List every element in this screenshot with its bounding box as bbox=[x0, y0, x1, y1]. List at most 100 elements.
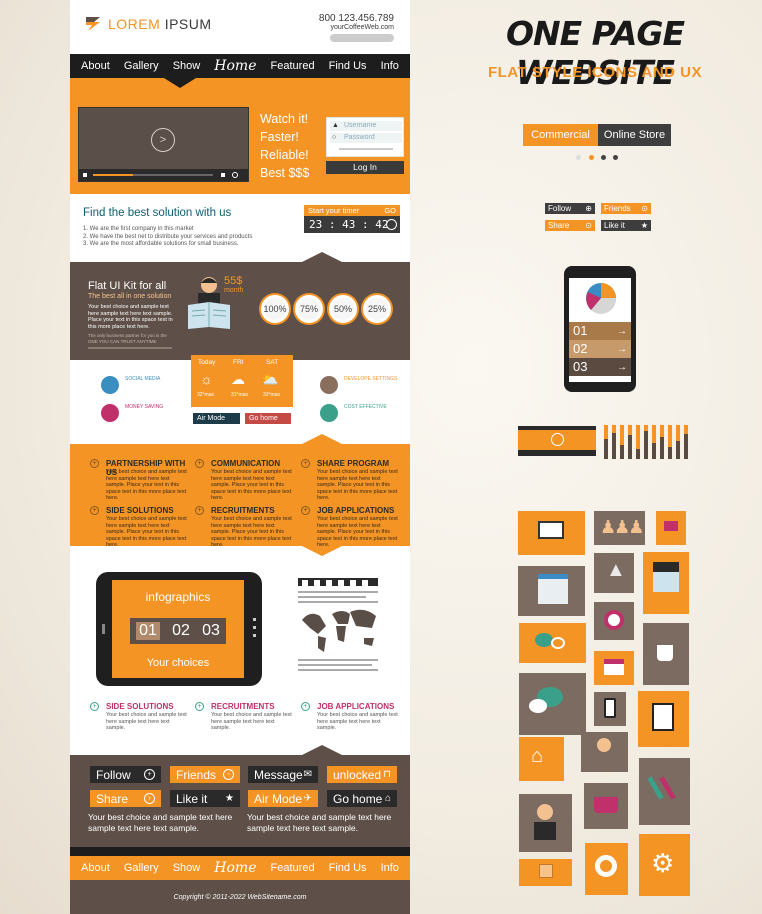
video-player[interactable]: > bbox=[78, 107, 249, 182]
tablet-dot bbox=[253, 634, 256, 637]
footer-nav-gallery[interactable]: Gallery bbox=[124, 862, 159, 874]
tile-coffee[interactable] bbox=[643, 623, 689, 685]
go-home-chip[interactable]: Go home bbox=[245, 413, 291, 424]
footer-nav-info[interactable]: Info bbox=[381, 862, 399, 874]
air-mode-chip[interactable]: Air Mode bbox=[193, 413, 240, 424]
plus-icon[interactable]: + bbox=[301, 459, 310, 468]
percent-circle: 100% bbox=[261, 295, 289, 323]
tile-card[interactable] bbox=[656, 511, 686, 545]
mini-like-button[interactable]: Like it ★ bbox=[601, 220, 651, 231]
tile-people[interactable]: ♟♟♟ bbox=[594, 511, 645, 545]
tile-bank[interactable]: ⌂ bbox=[519, 737, 564, 781]
fullscreen-icon[interactable] bbox=[232, 172, 238, 178]
pager-dot[interactable] bbox=[613, 155, 618, 160]
nav-gallery[interactable]: Gallery bbox=[124, 60, 159, 72]
footer-nav-about[interactable]: About bbox=[81, 862, 110, 874]
coffee-cup-icon bbox=[657, 645, 673, 661]
tile-browser[interactable] bbox=[518, 566, 585, 616]
timer-header[interactable]: Start your timer GO bbox=[304, 205, 400, 216]
tile-lifebuoy[interactable] bbox=[585, 843, 628, 895]
message-button[interactable]: Message ✉ bbox=[248, 766, 318, 783]
tile-manager[interactable] bbox=[519, 794, 572, 852]
nav-about[interactable]: About bbox=[81, 60, 110, 72]
toggle-online-store[interactable]: Online Store bbox=[598, 124, 671, 146]
play-icon[interactable] bbox=[551, 433, 564, 446]
mini-video-player[interactable] bbox=[518, 426, 596, 456]
timer-go[interactable]: GO bbox=[384, 205, 396, 216]
video-progress-fill bbox=[93, 174, 133, 176]
nav-info[interactable]: Info bbox=[381, 60, 399, 72]
arrow-right-icon: → bbox=[617, 326, 627, 337]
plus-icon[interactable]: + bbox=[90, 459, 99, 468]
tile-settings[interactable]: ⚙ bbox=[639, 834, 690, 896]
play-icon[interactable]: > bbox=[151, 128, 175, 152]
percent-circle: 75% bbox=[295, 295, 323, 323]
tile-rocket[interactable]: ▲ bbox=[594, 553, 634, 593]
plus-icon: ⊕ bbox=[585, 204, 592, 213]
username-field[interactable]: Username bbox=[330, 121, 402, 131]
air-mode-button[interactable]: Air Mode ✈ bbox=[248, 790, 318, 807]
tile-businessman[interactable] bbox=[581, 732, 628, 772]
mini-friends-button[interactable]: Friends ⊙ bbox=[601, 203, 651, 214]
share-button[interactable]: Share › bbox=[90, 790, 161, 807]
pager-dot-active[interactable] bbox=[589, 155, 594, 160]
stop-icon[interactable] bbox=[221, 173, 225, 177]
equalizer-bars bbox=[604, 425, 688, 459]
password-field[interactable]: Password bbox=[330, 133, 402, 143]
toggle-commercial[interactable]: Commercial bbox=[523, 124, 598, 146]
tagline: Watch it! bbox=[260, 112, 309, 126]
friends-label: Friends bbox=[176, 767, 217, 782]
tile-chat-users[interactable] bbox=[519, 623, 586, 663]
cost-effective-label: COST EFFECTIVE bbox=[344, 404, 387, 410]
top-nav: About Gallery Show Home Featured Find Us… bbox=[70, 54, 410, 78]
plus-icon[interactable]: + bbox=[195, 702, 204, 711]
tile-pencils[interactable] bbox=[639, 758, 690, 825]
tile-basket[interactable] bbox=[584, 783, 628, 829]
mini-share-button[interactable]: Share ⊙ bbox=[545, 220, 595, 231]
nav-find-us[interactable]: Find Us bbox=[329, 60, 367, 72]
plus-icon[interactable]: + bbox=[301, 702, 310, 711]
tile-reader[interactable] bbox=[643, 552, 689, 614]
plus-icon[interactable]: + bbox=[195, 459, 204, 468]
footer-nav-show[interactable]: Show bbox=[173, 862, 201, 874]
nav-home[interactable]: Home bbox=[214, 58, 256, 74]
follow-button[interactable]: Follow + bbox=[90, 766, 161, 783]
key-icon: ○ bbox=[332, 134, 337, 141]
service-text: Your best choice and sample text here sa… bbox=[211, 469, 292, 501]
plus-icon[interactable]: + bbox=[90, 506, 99, 515]
weather-day: SAT bbox=[266, 359, 279, 366]
service-title: SIDE SOLUTIONS bbox=[106, 506, 174, 515]
footer-nav-home[interactable]: Home bbox=[214, 860, 256, 876]
tile-calendar[interactable] bbox=[594, 651, 634, 685]
solution-item: 3. We are the most affordable solutions … bbox=[83, 241, 239, 247]
plus-icon[interactable]: + bbox=[301, 506, 310, 515]
chat-bubble-icon bbox=[529, 699, 547, 713]
tile-chat[interactable] bbox=[519, 673, 586, 735]
info-text: Your best choice and sample text here sa… bbox=[211, 712, 292, 731]
plus-icon[interactable]: + bbox=[90, 702, 99, 711]
footer-nav-find-us[interactable]: Find Us bbox=[329, 862, 367, 874]
go-home-button[interactable]: Go home ⌂ bbox=[327, 790, 397, 807]
nav-show[interactable]: Show bbox=[173, 60, 201, 72]
nav-featured[interactable]: Featured bbox=[271, 60, 315, 72]
info-number: 01 bbox=[136, 622, 160, 640]
like-button[interactable]: Like it ★ bbox=[170, 790, 240, 807]
pager-dot[interactable] bbox=[601, 155, 606, 160]
tile-target[interactable] bbox=[594, 602, 634, 640]
tile-mobile[interactable] bbox=[594, 692, 626, 726]
login-button[interactable]: Log In bbox=[326, 161, 404, 174]
tile-laptop[interactable] bbox=[518, 511, 585, 555]
friends-button[interactable]: Friends ◦ bbox=[170, 766, 240, 783]
pause-icon[interactable] bbox=[83, 173, 87, 177]
unlocked-label: unlocked bbox=[333, 767, 382, 782]
header-search-bar[interactable] bbox=[330, 34, 394, 42]
tablet-dot bbox=[253, 618, 256, 621]
footer-nav-featured[interactable]: Featured bbox=[271, 862, 315, 874]
tile-box[interactable] bbox=[519, 859, 572, 886]
pager-dot[interactable] bbox=[576, 155, 581, 160]
timer-play-icon[interactable] bbox=[386, 219, 397, 230]
unlocked-button[interactable]: unlocked ⊓ bbox=[327, 766, 397, 783]
mini-follow-button[interactable]: Follow ⊕ bbox=[545, 203, 595, 214]
tile-document[interactable] bbox=[638, 691, 689, 747]
plus-icon[interactable]: + bbox=[195, 506, 204, 515]
